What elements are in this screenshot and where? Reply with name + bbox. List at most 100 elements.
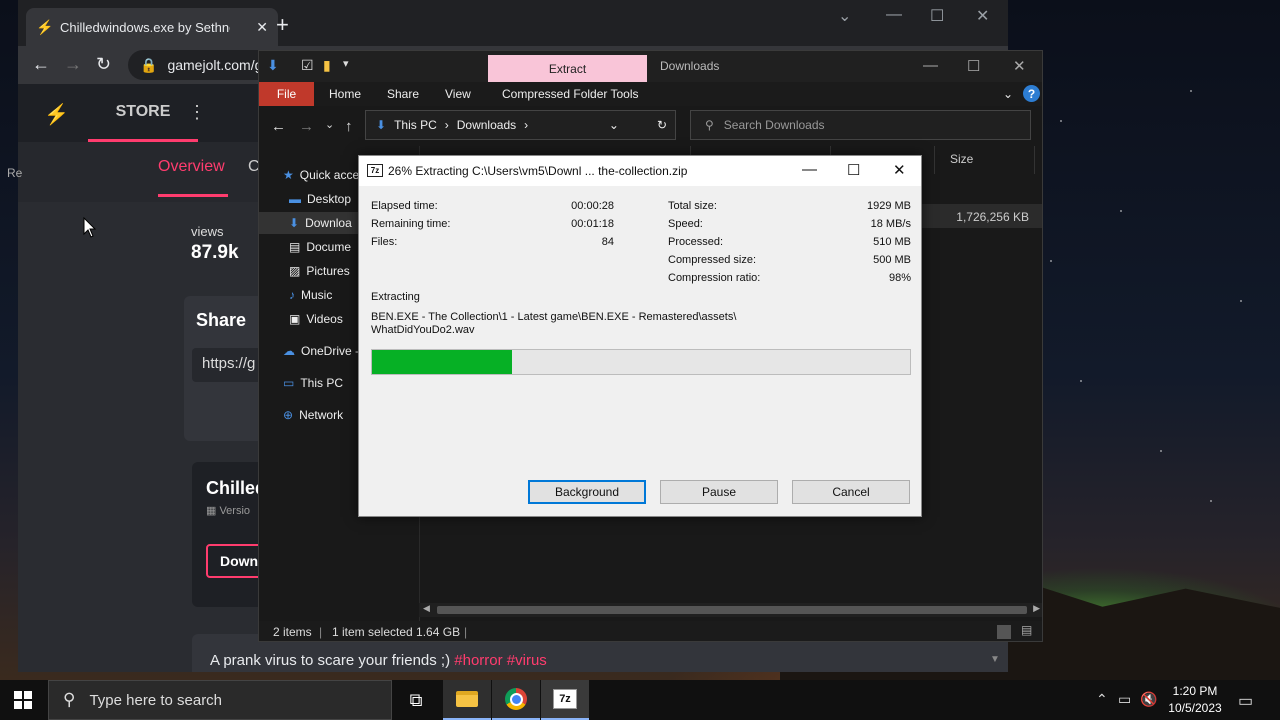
more-menu-icon[interactable]: ⋮ xyxy=(188,102,206,123)
large-icons-view-icon[interactable]: ▤ xyxy=(1021,623,1032,637)
back-icon[interactable]: ← xyxy=(32,54,50,75)
minimize-icon[interactable]: — xyxy=(886,6,902,24)
customize-qat-icon[interactable]: ▾ xyxy=(343,57,349,70)
maximize-icon[interactable]: ☐ xyxy=(930,6,944,26)
taskbar-search-input[interactable]: ⚲ Type here to search xyxy=(48,680,392,720)
scroll-left-icon[interactable]: ◀ xyxy=(423,603,430,614)
horizontal-scrollbar[interactable]: ◀ ▶ xyxy=(419,603,1042,617)
expand-ribbon-icon[interactable]: ⌄ xyxy=(1003,87,1013,101)
refresh-icon[interactable]: ↻ xyxy=(657,118,667,132)
nav-network[interactable]: ⊕ Network xyxy=(283,404,343,426)
views-count: 87.9k xyxy=(191,242,239,263)
back-icon[interactable]: ← xyxy=(271,118,286,135)
breadcrumb-this-pc[interactable]: This PC xyxy=(394,118,437,132)
help-icon[interactable]: ? xyxy=(1023,85,1040,102)
close-icon[interactable]: ✕ xyxy=(1013,57,1026,75)
compression-ratio-label: Compression ratio: xyxy=(668,272,761,284)
processed-value: 510 MB xyxy=(873,236,911,248)
ribbon-tab-file[interactable]: File xyxy=(259,82,314,106)
show-hidden-icons-icon[interactable]: ⌃ xyxy=(1096,691,1108,708)
new-tab-icon[interactable]: + xyxy=(276,12,289,38)
maximize-icon[interactable]: ☐ xyxy=(967,57,980,75)
forward-icon[interactable]: → xyxy=(64,54,82,75)
nav-onedrive[interactable]: ☁ OneDrive - xyxy=(283,340,359,362)
mouse-cursor-icon xyxy=(83,217,97,238)
volume-muted-icon[interactable]: 🔇 xyxy=(1140,691,1157,708)
compressed-size-value: 500 MB xyxy=(873,254,911,266)
browser-tab-title: Chilledwindows.exe by Sethnoo… xyxy=(60,19,230,35)
scroll-right-icon[interactable]: ▶ xyxy=(1033,603,1040,614)
pause-button[interactable]: Pause xyxy=(660,480,778,504)
total-size-label: Total size: xyxy=(668,200,717,212)
share-card: Share https://g xyxy=(184,296,272,441)
reload-icon[interactable]: ↻ xyxy=(96,54,111,75)
recent-locations-icon[interactable]: ⌄ xyxy=(325,118,334,131)
new-folder-icon[interactable]: ▮ xyxy=(323,57,331,74)
cancel-button[interactable]: Cancel xyxy=(792,480,910,504)
column-header-size[interactable]: Size xyxy=(950,152,973,166)
breadcrumb-downloads[interactable]: Downloads xyxy=(457,118,516,132)
details-view-icon[interactable] xyxy=(997,625,1011,639)
browser-tab[interactable]: ⚡ Chilledwindows.exe by Sethnoo… ✕ xyxy=(26,8,278,46)
desktop-icon: ▬ xyxy=(289,192,301,206)
tab-overview[interactable]: Overview xyxy=(158,158,228,197)
background-button[interactable]: Background xyxy=(528,480,646,504)
extract-context-tab[interactable]: Extract xyxy=(488,55,647,82)
ribbon-tabs: File Home Share View Compressed Folder T… xyxy=(259,82,1042,106)
file-size: 1,726,256 KB xyxy=(956,210,1029,224)
column-divider xyxy=(934,146,935,174)
progress-bar xyxy=(371,349,911,375)
task-view-icon[interactable]: ⧉ xyxy=(392,680,440,720)
ribbon-tab-compressed-tools[interactable]: Compressed Folder Tools xyxy=(502,87,639,101)
7zip-taskbar-icon[interactable]: 7z xyxy=(541,680,589,720)
minimize-icon[interactable]: — xyxy=(923,57,938,74)
scrollbar-thumb[interactable] xyxy=(437,606,1027,614)
close-tab-icon[interactable]: ✕ xyxy=(256,19,268,36)
nav-music[interactable]: ♪ Music xyxy=(289,284,332,306)
explorer-search-input[interactable]: ⚲ Search Downloads xyxy=(690,110,1031,140)
ribbon-tab-share[interactable]: Share xyxy=(387,87,419,101)
gamejolt-logo-icon[interactable]: ⚡ xyxy=(44,102,69,127)
speed-label: Speed: xyxy=(668,218,703,230)
nav-this-pc[interactable]: ▭ This PC xyxy=(283,372,343,394)
progress-fill xyxy=(372,350,512,374)
nav-quick-access[interactable]: ★ Quick acce xyxy=(283,164,359,186)
store-link[interactable]: STORE xyxy=(88,84,198,142)
search-placeholder: Search Downloads xyxy=(723,118,825,132)
windows-start-icon[interactable] xyxy=(14,691,32,709)
taskbar-search-placeholder: Type here to search xyxy=(89,691,223,709)
nav-videos[interactable]: ▣ Videos xyxy=(289,308,343,330)
network-tray-icon[interactable]: ▭ xyxy=(1118,691,1131,708)
status-items: 2 items xyxy=(273,625,312,639)
explorer-address-bar[interactable]: ⬇ This PC › Downloads › ⌄ ↻ xyxy=(365,110,676,140)
tab-search-icon[interactable]: ⌄ xyxy=(838,6,851,26)
maximize-icon[interactable]: ☐ xyxy=(847,161,860,179)
notifications-icon[interactable]: ▭ xyxy=(1238,691,1253,711)
chrome-taskbar-icon[interactable] xyxy=(492,680,540,720)
music-icon: ♪ xyxy=(289,288,295,302)
files-label: Files: xyxy=(371,236,398,248)
remaining-time-value: 00:01:18 xyxy=(571,218,614,230)
nav-pictures[interactable]: ▨ Pictures xyxy=(289,260,350,282)
views-label: views xyxy=(191,224,224,239)
properties-icon[interactable]: ☑ xyxy=(301,57,314,74)
remaining-time-label: Remaining time: xyxy=(371,218,451,230)
nav-documents[interactable]: ▤ Docume xyxy=(289,236,351,258)
search-icon: ⚲ xyxy=(705,118,714,132)
column-divider xyxy=(1034,146,1035,174)
description-tags[interactable]: #horror #virus xyxy=(454,652,547,669)
ribbon-tab-home[interactable]: Home xyxy=(329,87,361,101)
star xyxy=(1050,260,1052,262)
address-dropdown-icon[interactable]: ⌄ xyxy=(609,118,619,132)
ribbon-tab-view[interactable]: View xyxy=(445,87,471,101)
taskbar-clock[interactable]: 1:20 PM 10/5/2023 xyxy=(1162,683,1228,717)
minimize-icon[interactable]: — xyxy=(802,161,817,178)
close-icon[interactable]: ✕ xyxy=(976,6,989,26)
file-explorer-taskbar-icon[interactable] xyxy=(443,680,491,720)
nav-desktop[interactable]: ▬ Desktop xyxy=(289,188,351,210)
scroll-down-icon[interactable]: ▼ xyxy=(990,654,1000,665)
up-icon[interactable]: ↑ xyxy=(345,118,353,135)
close-icon[interactable]: ✕ xyxy=(893,161,906,179)
downloads-folder-icon: ⬇ xyxy=(376,118,387,132)
forward-icon[interactable]: → xyxy=(299,118,314,135)
